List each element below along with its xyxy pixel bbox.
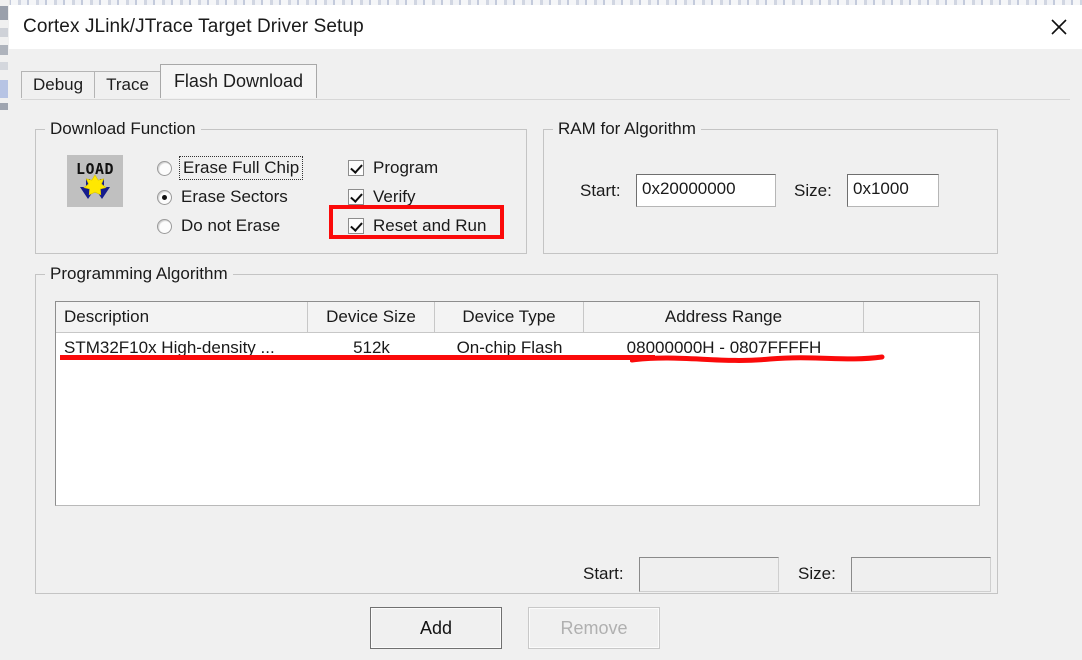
algorithm-table-header: Description Device Size Device Type Addr…	[56, 302, 979, 333]
algorithm-size-input[interactable]	[851, 557, 991, 592]
add-button[interactable]: Add	[370, 607, 502, 649]
table-row[interactable]: STM32F10x High-density ... 512k On-chip …	[56, 333, 979, 363]
algorithm-start-input[interactable]	[639, 557, 779, 592]
programming-algorithm-legend: Programming Algorithm	[45, 264, 233, 284]
cell-description: STM32F10x High-density ...	[64, 338, 275, 357]
radio-erase-full-chip-label: Erase Full Chip	[178, 156, 304, 180]
column-header-address-range[interactable]: Address Range	[584, 302, 864, 332]
radio-erase-sectors[interactable]: Erase Sectors	[157, 187, 288, 207]
tab-trace[interactable]: Trace	[94, 71, 161, 98]
radio-do-not-erase[interactable]: Do not Erase	[157, 216, 280, 236]
tab-debug[interactable]: Debug	[21, 71, 96, 98]
load-icon: LOAD	[67, 155, 123, 207]
checkbox-indicator	[348, 218, 364, 234]
dialog-titlebar: Cortex JLink/JTrace Target Driver Setup	[9, 5, 1082, 49]
dialog-title: Cortex JLink/JTrace Target Driver Setup	[23, 16, 364, 37]
ram-start-input[interactable]: 0x20000000	[636, 174, 776, 207]
radio-erase-full-chip[interactable]: Erase Full Chip	[157, 156, 304, 180]
tab-flash-download[interactable]: Flash Download	[159, 64, 318, 98]
tab-page-divider	[21, 99, 1070, 100]
algorithm-size-label: Size:	[798, 564, 836, 583]
radio-do-not-erase-label: Do not Erase	[181, 216, 281, 235]
ram-for-algorithm-legend: RAM for Algorithm	[553, 119, 701, 139]
cell-device-type: On-chip Flash	[456, 338, 563, 357]
close-button[interactable]	[1036, 5, 1082, 49]
ram-size-input[interactable]: 0x1000	[847, 174, 939, 207]
algorithm-listview[interactable]: Description Device Size Device Type Addr…	[55, 301, 980, 506]
column-header-spacer[interactable]	[864, 302, 979, 332]
radio-indicator	[157, 218, 172, 234]
remove-button[interactable]: Remove	[528, 607, 660, 649]
checkbox-program[interactable]: Program	[348, 158, 438, 178]
checkbox-verify-label: Verify	[373, 187, 416, 206]
radio-indicator	[157, 189, 172, 205]
programming-algorithm-group: Programming Algorithm Description Device…	[35, 264, 998, 594]
tab-strip: Debug Trace Flash Download	[21, 64, 318, 98]
download-function-legend: Download Function	[45, 119, 201, 139]
ram-for-algorithm-group: RAM for Algorithm Start: 0x20000000 Size…	[543, 119, 998, 254]
target-driver-setup-dialog: Cortex JLink/JTrace Target Driver Setup …	[9, 5, 1082, 660]
cell-device-size: 512k	[353, 338, 390, 357]
checkbox-reset-and-run-label: Reset and Run	[373, 216, 487, 235]
algorithm-start-label: Start:	[583, 564, 624, 583]
checkbox-indicator	[348, 189, 364, 205]
column-header-device-type[interactable]: Device Type	[435, 302, 584, 332]
close-icon	[1051, 19, 1067, 35]
column-header-device-size[interactable]: Device Size	[308, 302, 435, 332]
ram-start-label: Start:	[580, 181, 621, 200]
column-header-description[interactable]: Description	[56, 302, 308, 332]
cell-address-range: 08000000H - 0807FFFFH	[626, 338, 822, 357]
checkbox-verify[interactable]: Verify	[348, 187, 416, 207]
checkbox-program-label: Program	[373, 158, 439, 177]
dialog-client-area: Debug Trace Flash Download Download Func…	[9, 49, 1082, 660]
download-function-group: Download Function LOAD Erase Full Chip E…	[35, 119, 527, 254]
radio-erase-sectors-label: Erase Sectors	[181, 187, 288, 206]
checkbox-indicator	[348, 160, 364, 176]
ram-size-label: Size:	[794, 181, 832, 200]
checkbox-reset-and-run[interactable]: Reset and Run	[348, 216, 486, 236]
radio-indicator	[157, 160, 172, 176]
